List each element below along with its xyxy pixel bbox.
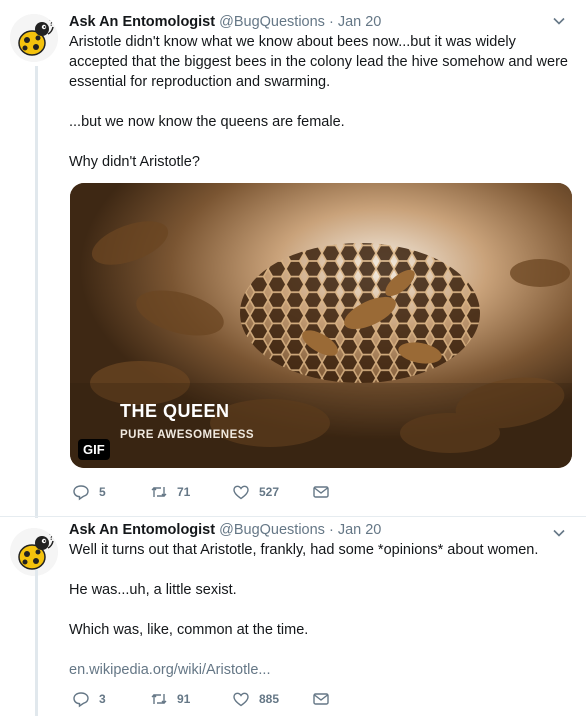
- envelope-icon: [313, 486, 329, 498]
- gif-overlay-subtitle: PURE AWESOMENESS: [120, 429, 255, 441]
- chevron-down-icon[interactable]: [552, 526, 566, 540]
- author-handle[interactable]: @BugQuestions: [219, 522, 325, 538]
- svg-text:?: ?: [49, 19, 54, 29]
- retweet-button[interactable]: 71: [150, 482, 190, 502]
- message-button[interactable]: [312, 482, 330, 502]
- reply-count: 5: [99, 485, 106, 499]
- author-name[interactable]: Ask An Entomologist: [69, 14, 215, 30]
- tweet-content: Ask An Entomologist @BugQuestions · Jan …: [69, 12, 572, 172]
- ladybug-avatar-icon[interactable]: ?: [10, 528, 58, 576]
- heart-icon: [233, 692, 249, 707]
- tweet-content: Ask An Entomologist @BugQuestions · Jan …: [69, 520, 572, 680]
- retweet-icon: [151, 487, 167, 497]
- tweet-paragraph: He was...uh, a little sexist.: [69, 582, 237, 598]
- reply-icon: [73, 692, 89, 708]
- retweet-button[interactable]: 91: [150, 689, 190, 709]
- separator-dot: ·: [328, 522, 334, 538]
- author-name[interactable]: Ask An Entomologist: [69, 522, 215, 538]
- message-button[interactable]: [312, 689, 330, 709]
- like-count: 885: [259, 692, 280, 706]
- gif-badge: GIF: [78, 439, 110, 460]
- chevron-down-icon[interactable]: [552, 14, 566, 28]
- tweet-paragraph: Well it turns out that Aristotle, frankl…: [69, 542, 539, 558]
- reply-button[interactable]: 5: [72, 482, 106, 502]
- ladybug-avatar-icon[interactable]: ?: [10, 14, 58, 62]
- retweet-count: 91: [177, 692, 191, 706]
- like-count: 527: [259, 485, 280, 499]
- tweet-text: Well it turns out that Aristotle, frankl…: [69, 540, 572, 680]
- envelope-icon: [313, 693, 329, 705]
- tweet-paragraph: Aristotle didn't know what we know about…: [69, 34, 568, 90]
- gif-overlay-title: THE QUEEN: [120, 401, 230, 421]
- like-button[interactable]: 527: [232, 482, 279, 502]
- tweet-text: Aristotle didn't know what we know about…: [69, 32, 572, 172]
- bee-hive-image: [70, 183, 572, 468]
- tweet-header: Ask An Entomologist @BugQuestions · Jan …: [69, 12, 572, 32]
- wikipedia-link[interactable]: en.wikipedia.org/wiki/Aristotle...: [69, 660, 572, 680]
- tweet-date[interactable]: Jan 20: [338, 14, 382, 30]
- heart-icon: [233, 485, 249, 500]
- gif-media[interactable]: THE QUEEN PURE AWESOMENESS GIF: [70, 183, 572, 468]
- reply-button[interactable]: 3: [72, 689, 106, 709]
- tweet-2[interactable]: ? Ask An Entomologist @BugQuestions · Ja…: [0, 516, 586, 716]
- like-button[interactable]: 885: [232, 689, 279, 709]
- thread-connector-line: [35, 570, 38, 716]
- author-handle[interactable]: @BugQuestions: [219, 14, 325, 30]
- retweet-count: 71: [177, 485, 191, 499]
- tweet-date[interactable]: Jan 20: [338, 522, 382, 538]
- retweet-icon: [151, 694, 167, 704]
- tweet-paragraph: Which was, like, common at the time.: [69, 622, 309, 638]
- reply-icon: [73, 485, 89, 501]
- svg-text:?: ?: [49, 533, 54, 543]
- tweet-header: Ask An Entomologist @BugQuestions · Jan …: [69, 520, 572, 540]
- reply-count: 3: [99, 692, 106, 706]
- separator-dot: ·: [328, 14, 334, 30]
- tweet-1[interactable]: ? Ask An Entomologist @BugQuestions · Ja…: [0, 0, 586, 516]
- tweet-paragraph: ...but we now know the queens are female…: [69, 114, 345, 130]
- tweet-paragraph: Why didn't Aristotle?: [69, 154, 200, 170]
